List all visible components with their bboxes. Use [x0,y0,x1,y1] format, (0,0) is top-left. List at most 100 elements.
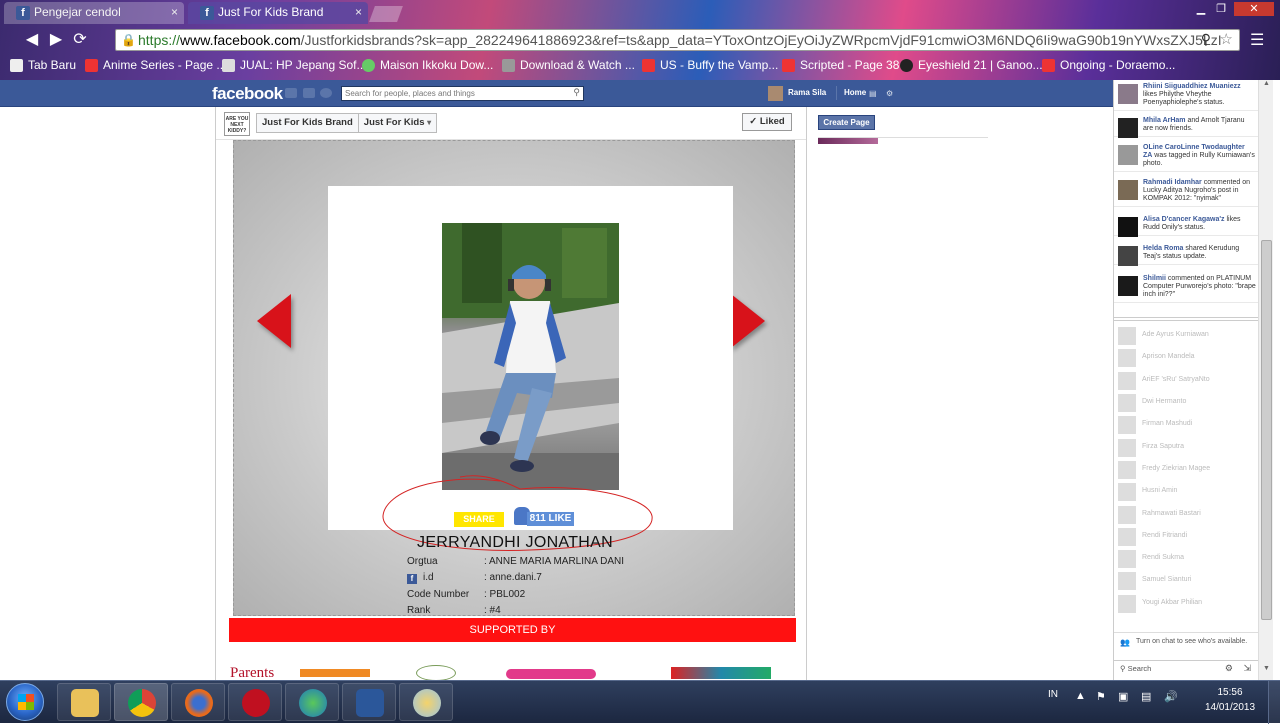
minimize-icon[interactable]: ▁ [1192,2,1210,16]
chat-friend[interactable]: Rendi Sukma [1118,550,1258,568]
settings-gear-icon[interactable]: ⚙ [886,89,893,98]
friend-requests-icon[interactable] [285,88,297,98]
ticker-item[interactable]: Shilmii commented on PLATINUM Computer P… [1114,272,1259,303]
taskbar-app[interactable] [285,683,339,721]
chat-friend[interactable]: Rendi Fitriandi [1118,528,1258,546]
ticker-item[interactable]: Helda Roma shared Kerudung Teaj's status… [1114,242,1259,266]
chat-friend[interactable]: Rahmawati Bastari [1118,506,1258,524]
ticker-item[interactable]: Rahmadi Idamhar commented on Lucky Adity… [1114,176,1259,207]
taskbar-chrome[interactable] [114,683,168,721]
sponsor-logo[interactable] [671,667,771,679]
taskbar-smartfren[interactable] [228,683,282,721]
taskbar-firefox[interactable] [171,683,225,721]
menu-icon[interactable]: ☰ [1250,30,1264,50]
ticker-item[interactable]: Alisa D'cancer Kagawa'z likes Rudd Onily… [1114,213,1259,237]
chat-search-input[interactable]: ⚲ Search ⚙ ⇲ [1114,660,1259,677]
chat-friend[interactable]: Samuel Sianturi [1118,572,1258,590]
bookmark-item[interactable]: Scripted - Page 38 [782,58,899,72]
turn-on-chat-link[interactable]: 👥 Turn on chat to see who's available. [1114,632,1259,660]
chat-friend[interactable]: Aprison Mandela [1118,349,1258,367]
ticker-item[interactable]: OLine CaroLinne Twodaughter ZA was tagge… [1114,141,1259,172]
sponsor-logo[interactable] [300,669,370,677]
facebook-logo[interactable]: facebook [212,84,283,104]
address-bar[interactable]: 🔒 https://www.facebook.com/Justforkidsbr… [115,29,1240,51]
taskbar-word[interactable] [342,683,396,721]
bookmark-item[interactable]: Download & Watch ... [502,58,635,72]
tray-app-icon[interactable]: ▣ [1118,690,1128,703]
messages-icon[interactable] [303,88,315,98]
star-icon[interactable]: ☆ [1220,30,1233,48]
bookmark-item[interactable]: Tab Baru [10,58,76,72]
chat-friend[interactable]: Yougi Akbar Philian [1118,595,1258,613]
bookmark-item[interactable]: US - Buffy the Vamp... [642,58,778,72]
breadcrumb-app-dropdown[interactable]: Just For Kids ▾ [357,114,436,132]
new-tab-button[interactable] [369,6,403,22]
chat-friend[interactable]: Dwi Hermanto [1118,394,1258,412]
tray-expand-icon[interactable]: ▲ [1075,690,1086,702]
liked-button[interactable]: ✓ Liked [742,113,792,131]
bookmark-item[interactable]: Eyeshield 21 | Ganoo... [900,58,1043,72]
start-button[interactable] [6,683,44,721]
volume-icon[interactable]: 🔊 [1164,690,1178,703]
page-thumbnail[interactable]: ARE YOU NEXT KIDDY? [224,112,250,136]
parents-logo[interactable]: Parents [230,665,274,680]
taskbar-paint[interactable] [399,683,453,721]
close-window-icon[interactable]: ✕ [1234,2,1274,16]
language-indicator[interactable]: IN [1048,689,1058,700]
next-arrow-icon[interactable] [731,294,765,348]
bookmark-item[interactable]: Ongoing - Doraemo... [1042,58,1175,72]
page-scrollbar[interactable]: ▲ ▼ [1258,80,1273,680]
share-button[interactable]: SHARE [454,512,504,527]
scroll-thumb[interactable] [1261,240,1272,620]
user-profile-link[interactable]: Rama Sila [768,86,826,101]
forward-icon[interactable]: ▶ [46,30,66,50]
scroll-down-arrow-icon[interactable]: ▼ [1259,665,1274,679]
search-input[interactable]: Search for people, places and things ⚲ [341,86,584,101]
reload-icon[interactable]: ⟳ [70,30,90,50]
ticker-sidebar: Rhiini Siiguaddhiez Muaniezz likes Phily… [1113,80,1259,680]
system-clock[interactable]: 15:56 14/01/2013 [1196,685,1264,715]
search-icon[interactable]: ⚲ [1201,31,1211,48]
sponsor-logo[interactable] [506,669,596,679]
close-tab-icon[interactable]: × [355,5,362,19]
like-button[interactable]: 811 LIKE [514,507,574,527]
find-friends-icon[interactable]: ▤ [869,89,877,98]
facebook-favicon-icon: f [16,6,30,20]
chat-friend[interactable]: Fredy Ziekrian Magee [1118,461,1258,479]
action-center-flag-icon[interactable]: ⚑ [1096,690,1106,703]
back-icon[interactable]: ◀ [22,30,42,50]
sponsored-thumbnail[interactable] [818,138,878,144]
ticker-item[interactable]: Rhiini Siiguaddhiez Muaniezz likes Phily… [1114,80,1259,111]
ticker-resize-handle[interactable] [1114,317,1259,321]
network-icon[interactable]: ▤ [1141,690,1151,703]
chat-options-gear-icon[interactable]: ⚙ [1225,663,1233,674]
restore-icon[interactable]: ❐ [1212,2,1230,16]
bookmark-item[interactable]: Anime Series - Page ... [85,58,226,72]
chat-friend[interactable]: Firza Saputra [1118,439,1258,457]
chat-friend[interactable]: Husni Amin [1118,483,1258,501]
bookmark-item[interactable]: JUAL: HP Jepang Sof... [222,58,367,72]
tab-just-for-kids-brand[interactable]: f Just For Kids Brand × [188,2,368,24]
create-page-button[interactable]: Create Page [818,115,875,130]
ticker-item[interactable]: Mhila ArHam and Arnolt Tjaranu are now f… [1114,114,1259,138]
search-icon[interactable]: ⚲ [573,87,580,98]
chat-friend[interactable]: Firman Mashudi [1118,416,1258,434]
scroll-up-arrow-icon[interactable]: ▲ [1259,80,1274,94]
home-link[interactable]: Home [836,86,866,100]
avatar [1118,276,1138,296]
popout-icon[interactable]: ⇲ [1243,663,1251,674]
notifications-icon[interactable] [320,88,332,98]
previous-arrow-icon[interactable] [257,294,291,348]
page-header: ARE YOU NEXT KIDDY? Just For Kids Brand J… [216,107,806,140]
tab-pengejar-cendol[interactable]: f Pengejar cendol × [4,2,184,24]
taskbar-explorer[interactable] [57,683,111,721]
sponsor-logo[interactable] [416,665,456,680]
facebook-icon: f [407,574,417,584]
close-tab-icon[interactable]: × [171,5,178,19]
chat-friend[interactable]: AriEF 'sRu' SatryaNto [1118,372,1258,390]
breadcrumb-page-link[interactable]: Just For Kids Brand [257,114,358,132]
show-desktop-button[interactable] [1268,681,1280,724]
child-photo[interactable] [442,223,619,490]
bookmark-item[interactable]: Maison Ikkoku Dow... [362,58,493,72]
chat-friend[interactable]: Ade Ayrus Kurniawan [1118,327,1258,345]
